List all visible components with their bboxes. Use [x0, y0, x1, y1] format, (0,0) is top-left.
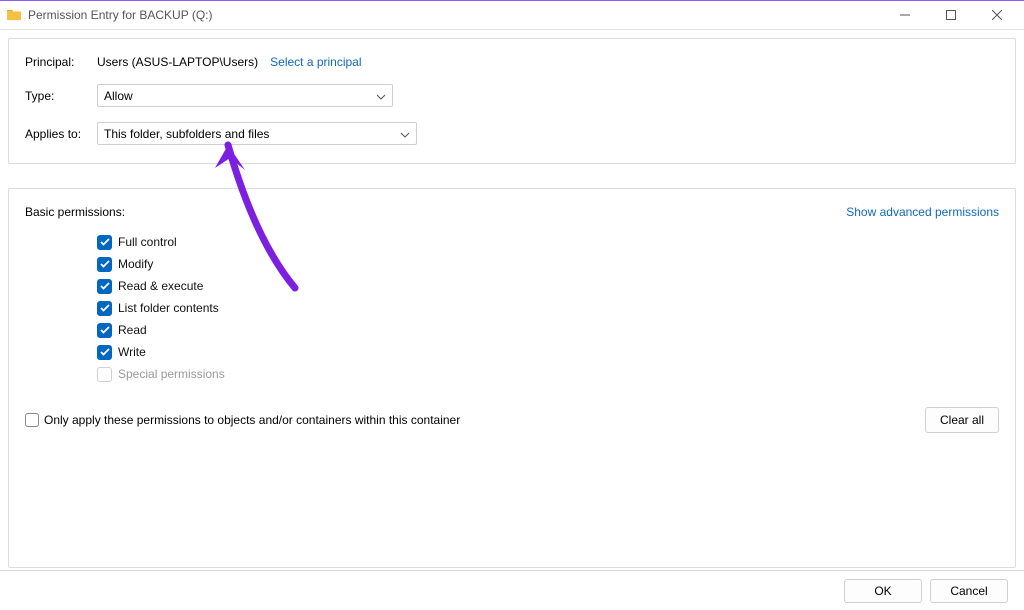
- permission-special: Special permissions: [97, 363, 999, 385]
- only-apply-label: Only apply these permissions to objects …: [44, 413, 460, 427]
- checkbox-list-contents[interactable]: [97, 301, 112, 316]
- type-selected: Allow: [104, 89, 133, 103]
- content-area: Principal: Users (ASUS-LAPTOP\Users) Sel…: [0, 30, 1024, 568]
- only-apply-row: Only apply these permissions to objects …: [25, 407, 999, 433]
- cancel-button[interactable]: Cancel: [930, 579, 1008, 603]
- permission-read-execute: Read & execute: [97, 275, 999, 297]
- permission-label: Special permissions: [118, 367, 225, 381]
- checkbox-read[interactable]: [97, 323, 112, 338]
- folder-icon: [6, 7, 22, 23]
- applies-to-row: Applies to: This folder, subfolders and …: [25, 122, 999, 145]
- permission-label: Read: [118, 323, 147, 337]
- checkbox-full-control[interactable]: [97, 235, 112, 250]
- type-label: Type:: [25, 89, 97, 103]
- select-principal-link[interactable]: Select a principal: [270, 55, 361, 69]
- principal-value: Users (ASUS-LAPTOP\Users): [97, 55, 258, 69]
- applies-to-selected: This folder, subfolders and files: [104, 127, 269, 141]
- permission-write: Write: [97, 341, 999, 363]
- permission-modify: Modify: [97, 253, 999, 275]
- type-row: Type: Allow: [25, 84, 999, 107]
- permissions-list: Full control Modify Read & execute List …: [97, 231, 999, 385]
- basic-header: Basic permissions: Show advanced permiss…: [25, 205, 999, 219]
- basic-permissions-panel: Basic permissions: Show advanced permiss…: [8, 188, 1016, 568]
- permission-label: List folder contents: [118, 301, 219, 315]
- permission-label: Full control: [118, 235, 177, 249]
- footer: OK Cancel: [0, 570, 1024, 610]
- permission-label: Modify: [118, 257, 153, 271]
- permission-label: Write: [118, 345, 146, 359]
- principal-panel: Principal: Users (ASUS-LAPTOP\Users) Sel…: [8, 38, 1016, 164]
- permission-read: Read: [97, 319, 999, 341]
- close-button[interactable]: [974, 0, 1020, 30]
- checkbox-modify[interactable]: [97, 257, 112, 272]
- show-advanced-link[interactable]: Show advanced permissions: [846, 205, 999, 219]
- checkbox-write[interactable]: [97, 345, 112, 360]
- ok-button[interactable]: OK: [844, 579, 922, 603]
- minimize-button[interactable]: [882, 0, 928, 30]
- checkbox-special: [97, 367, 112, 382]
- applies-to-label: Applies to:: [25, 127, 97, 141]
- permission-list-contents: List folder contents: [97, 297, 999, 319]
- checkbox-read-execute[interactable]: [97, 279, 112, 294]
- permission-label: Read & execute: [118, 279, 203, 293]
- applies-to-combobox[interactable]: This folder, subfolders and files: [97, 122, 417, 145]
- principal-label: Principal:: [25, 55, 97, 69]
- type-combobox[interactable]: Allow: [97, 84, 393, 107]
- principal-row: Principal: Users (ASUS-LAPTOP\Users) Sel…: [25, 55, 999, 69]
- titlebar: Permission Entry for BACKUP (Q:): [0, 0, 1024, 30]
- window-title: Permission Entry for BACKUP (Q:): [28, 8, 882, 22]
- basic-permissions-heading: Basic permissions:: [25, 205, 125, 219]
- maximize-button[interactable]: [928, 0, 974, 30]
- clear-all-button[interactable]: Clear all: [925, 407, 999, 433]
- chevron-down-icon: [376, 89, 386, 103]
- checkbox-only-apply[interactable]: [25, 413, 39, 427]
- chevron-down-icon: [400, 127, 410, 141]
- permission-full-control: Full control: [97, 231, 999, 253]
